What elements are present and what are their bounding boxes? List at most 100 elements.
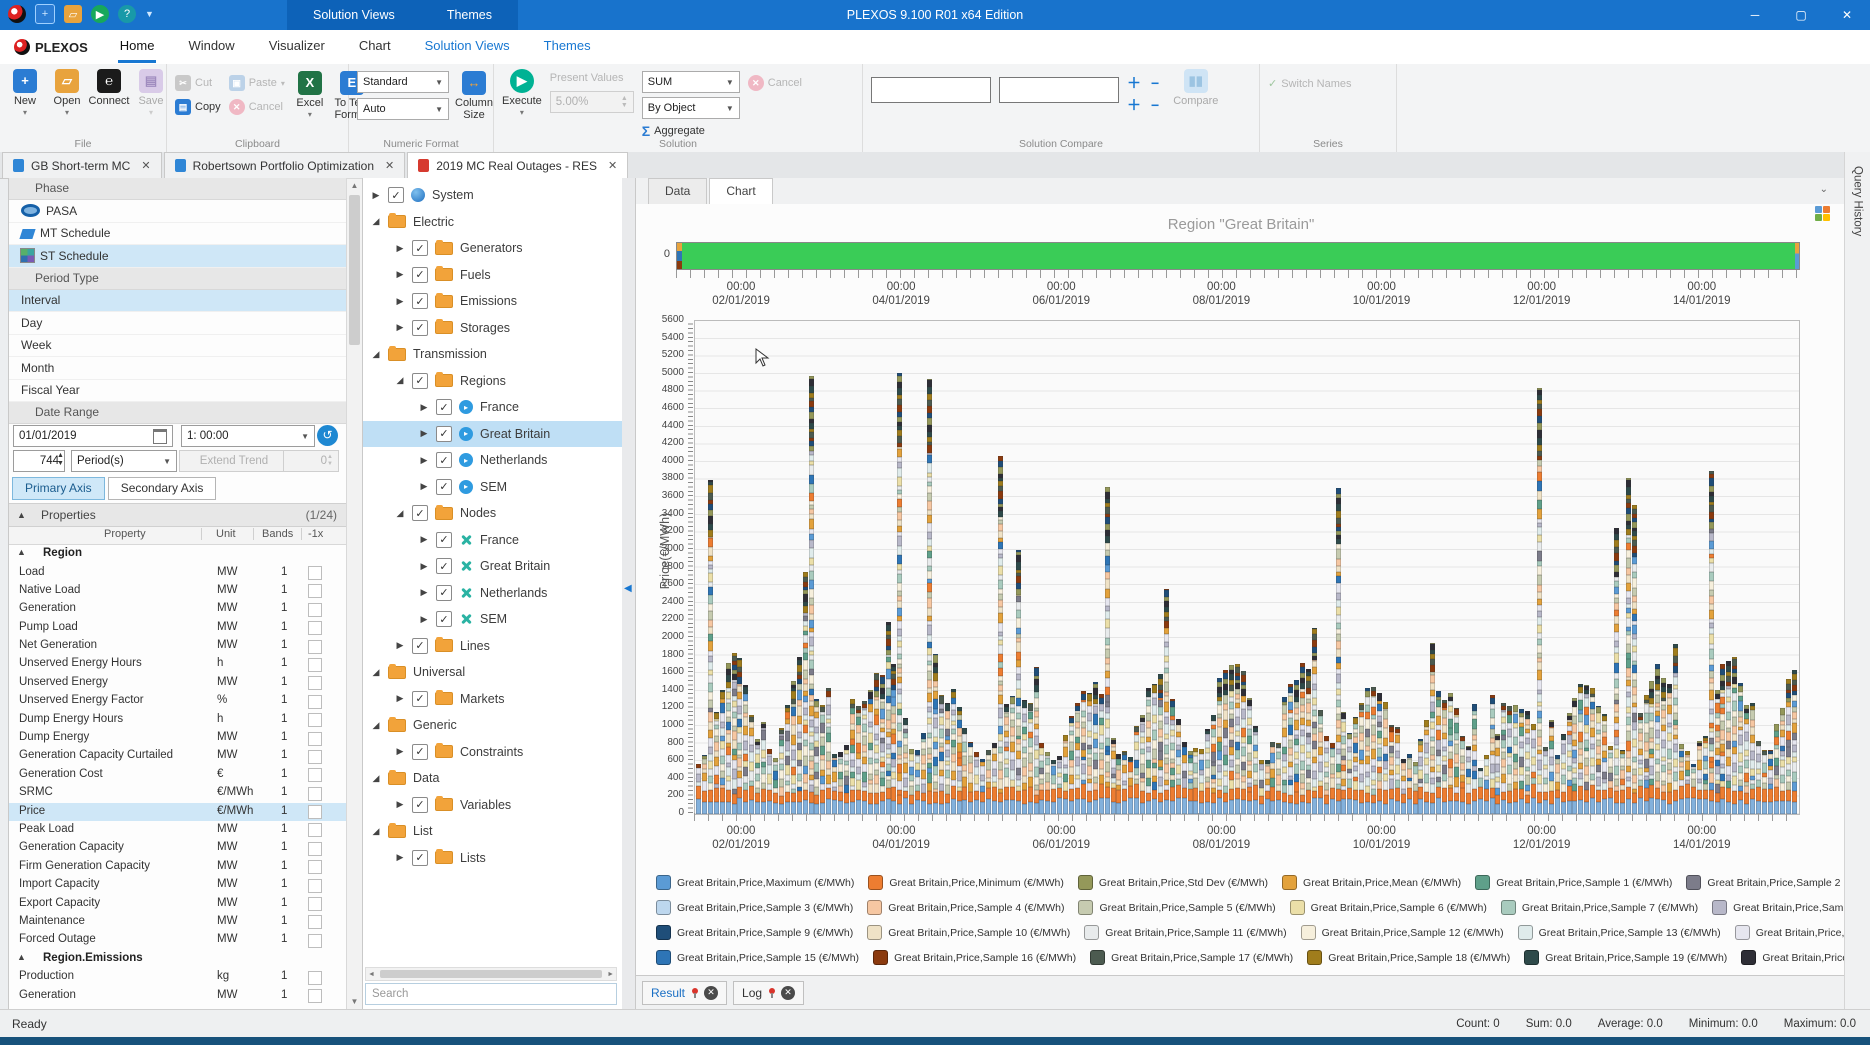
- scroll-down-icon[interactable]: ▼: [347, 995, 362, 1009]
- new-document-icon[interactable]: +: [35, 4, 55, 24]
- chart-area[interactable]: Region "Great Britain" 0 00:00 02/01/2019…: [636, 204, 1870, 976]
- refresh-button[interactable]: ↺: [317, 425, 338, 446]
- result-tab[interactable]: Result ✕: [642, 980, 728, 1005]
- tree-checkbox[interactable]: ✓: [412, 505, 428, 522]
- property-row[interactable]: Dump Energy Hours h 1: [9, 711, 347, 729]
- column-size-button[interactable]: ↔ Column Size: [455, 71, 493, 121]
- property-checkbox[interactable]: [308, 584, 322, 599]
- close-tab-icon[interactable]: ✕: [781, 985, 796, 1000]
- minimize-button[interactable]: ─: [1732, 0, 1778, 30]
- collapsed-icon[interactable]: ▶: [395, 296, 405, 307]
- property-row[interactable]: Production kg 1: [9, 968, 347, 986]
- property-checkbox[interactable]: [308, 786, 322, 801]
- menu-tab-chart[interactable]: Chart: [357, 31, 393, 63]
- expanded-icon[interactable]: ◢: [371, 773, 381, 784]
- tree-item-variables[interactable]: ▶ ✓ Variables: [363, 792, 623, 819]
- aggregate-by-select[interactable]: By Object ▼: [641, 97, 740, 119]
- legend-item[interactable]: Great Britain,Price,Sample 18 (€/MWh): [1307, 950, 1510, 965]
- period-unit-select[interactable]: Period(s) ▼: [71, 450, 177, 472]
- property-checkbox[interactable]: [308, 749, 322, 764]
- primary-axis-tab[interactable]: Primary Axis: [12, 477, 105, 500]
- properties-scrollbar[interactable]: ▲ ▼: [346, 178, 363, 1010]
- tree-checkbox[interactable]: ✓: [412, 319, 428, 336]
- tree-item-storages[interactable]: ▶ ✓ Storages: [363, 315, 623, 342]
- qat-dropdown-icon[interactable]: ▼: [145, 9, 154, 19]
- tree-item-fuels[interactable]: ▶ ✓ Fuels: [363, 262, 623, 289]
- collapsed-icon[interactable]: ▶: [395, 693, 405, 704]
- expanded-icon[interactable]: ◢: [371, 720, 381, 731]
- collapsed-icon[interactable]: ▶: [395, 746, 405, 757]
- period-type-day[interactable]: Day: [9, 312, 347, 335]
- tree-item-nodes[interactable]: ◢ ✓ Nodes: [363, 500, 623, 527]
- legend-item[interactable]: Great Britain,Price,Sample 5 (€/MWh): [1078, 900, 1276, 915]
- tree-item-netherlands[interactable]: ▶ ✓ ▸ Netherlands: [363, 447, 623, 474]
- menu-tab-solution-views[interactable]: Solution Views: [423, 31, 512, 63]
- tree-item-data[interactable]: ◢ Data: [363, 765, 623, 792]
- tree-item-markets[interactable]: ▶ ✓ Markets: [363, 686, 623, 713]
- close-tab-icon[interactable]: ✕: [608, 159, 617, 172]
- legend-item[interactable]: Great Britain,Price,Sample 6 (€/MWh): [1289, 900, 1487, 915]
- aggregate-function-select[interactable]: SUM ▼: [641, 71, 740, 93]
- tree-search-input[interactable]: Search: [365, 983, 617, 1005]
- tree-checkbox[interactable]: ✓: [412, 240, 428, 257]
- tree-item-lists[interactable]: ▶ ✓ Lists: [363, 845, 623, 872]
- property-checkbox[interactable]: [308, 933, 322, 948]
- legend-item[interactable]: Great Britain,Price,Std Dev (€/MWh): [1077, 875, 1268, 890]
- secondary-axis-tab[interactable]: Secondary Axis: [107, 477, 217, 500]
- tree-checkbox[interactable]: ✓: [412, 372, 428, 389]
- compare-input-1[interactable]: [871, 77, 991, 103]
- phase-item-st-schedule[interactable]: ST Schedule: [9, 245, 347, 268]
- property-row[interactable]: Peak Load MW 1: [9, 821, 347, 839]
- copy-button[interactable]: ▤ Copy: [175, 99, 221, 115]
- extend-value-input[interactable]: 0 ▲ ▼: [283, 450, 339, 472]
- tree-checkbox[interactable]: ✓: [412, 690, 428, 707]
- compare-remove-1-button[interactable]: −: [1151, 76, 1159, 90]
- collapsed-icon[interactable]: ▶: [419, 587, 429, 598]
- property-row[interactable]: Generation MW 1: [9, 600, 347, 618]
- collapsed-icon[interactable]: ▶: [371, 190, 381, 201]
- tab-data[interactable]: Data: [648, 178, 708, 204]
- property-row[interactable]: Unserved Energy Hours h 1: [9, 655, 347, 673]
- property-row[interactable]: Generation MW 1: [9, 987, 347, 1005]
- collapsed-icon[interactable]: ▶: [419, 455, 429, 466]
- new-button[interactable]: + New ▾: [8, 69, 42, 118]
- tree-item-lines[interactable]: ▶ ✓ Lines: [363, 633, 623, 660]
- legend-item[interactable]: Great Britain,Price,Maximum (€/MWh): [656, 875, 854, 890]
- aggregate-button[interactable]: Σ Aggregate: [642, 123, 740, 139]
- panel-splitter[interactable]: ◀: [622, 178, 635, 1010]
- property-checkbox[interactable]: [308, 676, 322, 691]
- legend-item[interactable]: Great Britain,Price,Sample 2 (€/MWh): [1686, 875, 1870, 890]
- tree-item-emissions[interactable]: ▶ ✓ Emissions: [363, 288, 623, 315]
- property-checkbox[interactable]: [308, 657, 322, 672]
- tree-checkbox[interactable]: ✓: [412, 637, 428, 654]
- legend-item[interactable]: Great Britain,Price,Sample 3 (€/MWh): [656, 900, 853, 915]
- property-checkbox[interactable]: [308, 915, 322, 930]
- legend-item[interactable]: Great Britain,Price,Sample 12 (€/MWh): [1300, 925, 1504, 940]
- tree-item-transmission[interactable]: ◢ Transmission: [363, 341, 623, 368]
- extend-trend-button[interactable]: Extend Trend: [179, 450, 289, 472]
- property-row[interactable]: Price €/MWh 1: [9, 802, 347, 821]
- tree-checkbox[interactable]: ✓: [436, 425, 452, 442]
- tree-item-netherlands[interactable]: ▶ ✓ Netherlands: [363, 580, 623, 607]
- expanded-icon[interactable]: ◢: [371, 349, 381, 360]
- tree-item-constraints[interactable]: ▶ ✓ Constraints: [363, 739, 623, 766]
- property-checkbox[interactable]: [308, 878, 322, 893]
- date-input[interactable]: 01/01/2019: [13, 425, 173, 447]
- property-row[interactable]: Unserved Energy MW 1: [9, 674, 347, 692]
- tree-checkbox[interactable]: ✓: [412, 796, 428, 813]
- compare-button[interactable]: ▮▮ Compare: [1173, 69, 1218, 107]
- property-checkbox[interactable]: [308, 602, 322, 617]
- property-checkbox[interactable]: [308, 731, 322, 746]
- legend-item[interactable]: Great Britain,Price,Sample 17 (€/MWh): [1090, 950, 1293, 965]
- pin-icon[interactable]: [691, 987, 699, 998]
- legend-item[interactable]: Great Britain,Price,Sample 10 (€/MWh): [867, 925, 1070, 940]
- solution-cancel-button[interactable]: ✕ Cancel: [747, 75, 802, 91]
- collapsed-icon[interactable]: ▶: [419, 534, 429, 545]
- tree-item-system[interactable]: ▶ ✓ System: [363, 182, 623, 209]
- tree-checkbox[interactable]: ✓: [412, 266, 428, 283]
- expanded-icon[interactable]: ◢: [371, 826, 381, 837]
- property-checkbox[interactable]: [308, 897, 322, 912]
- document-tab[interactable]: 2019 MC Real Outages - RES ✕: [407, 152, 629, 178]
- legend-item[interactable]: Great Britain,Price,Sample 15 (€/MWh): [656, 950, 859, 965]
- switch-names-checkbox[interactable]: ✓ Switch Names: [1268, 77, 1352, 91]
